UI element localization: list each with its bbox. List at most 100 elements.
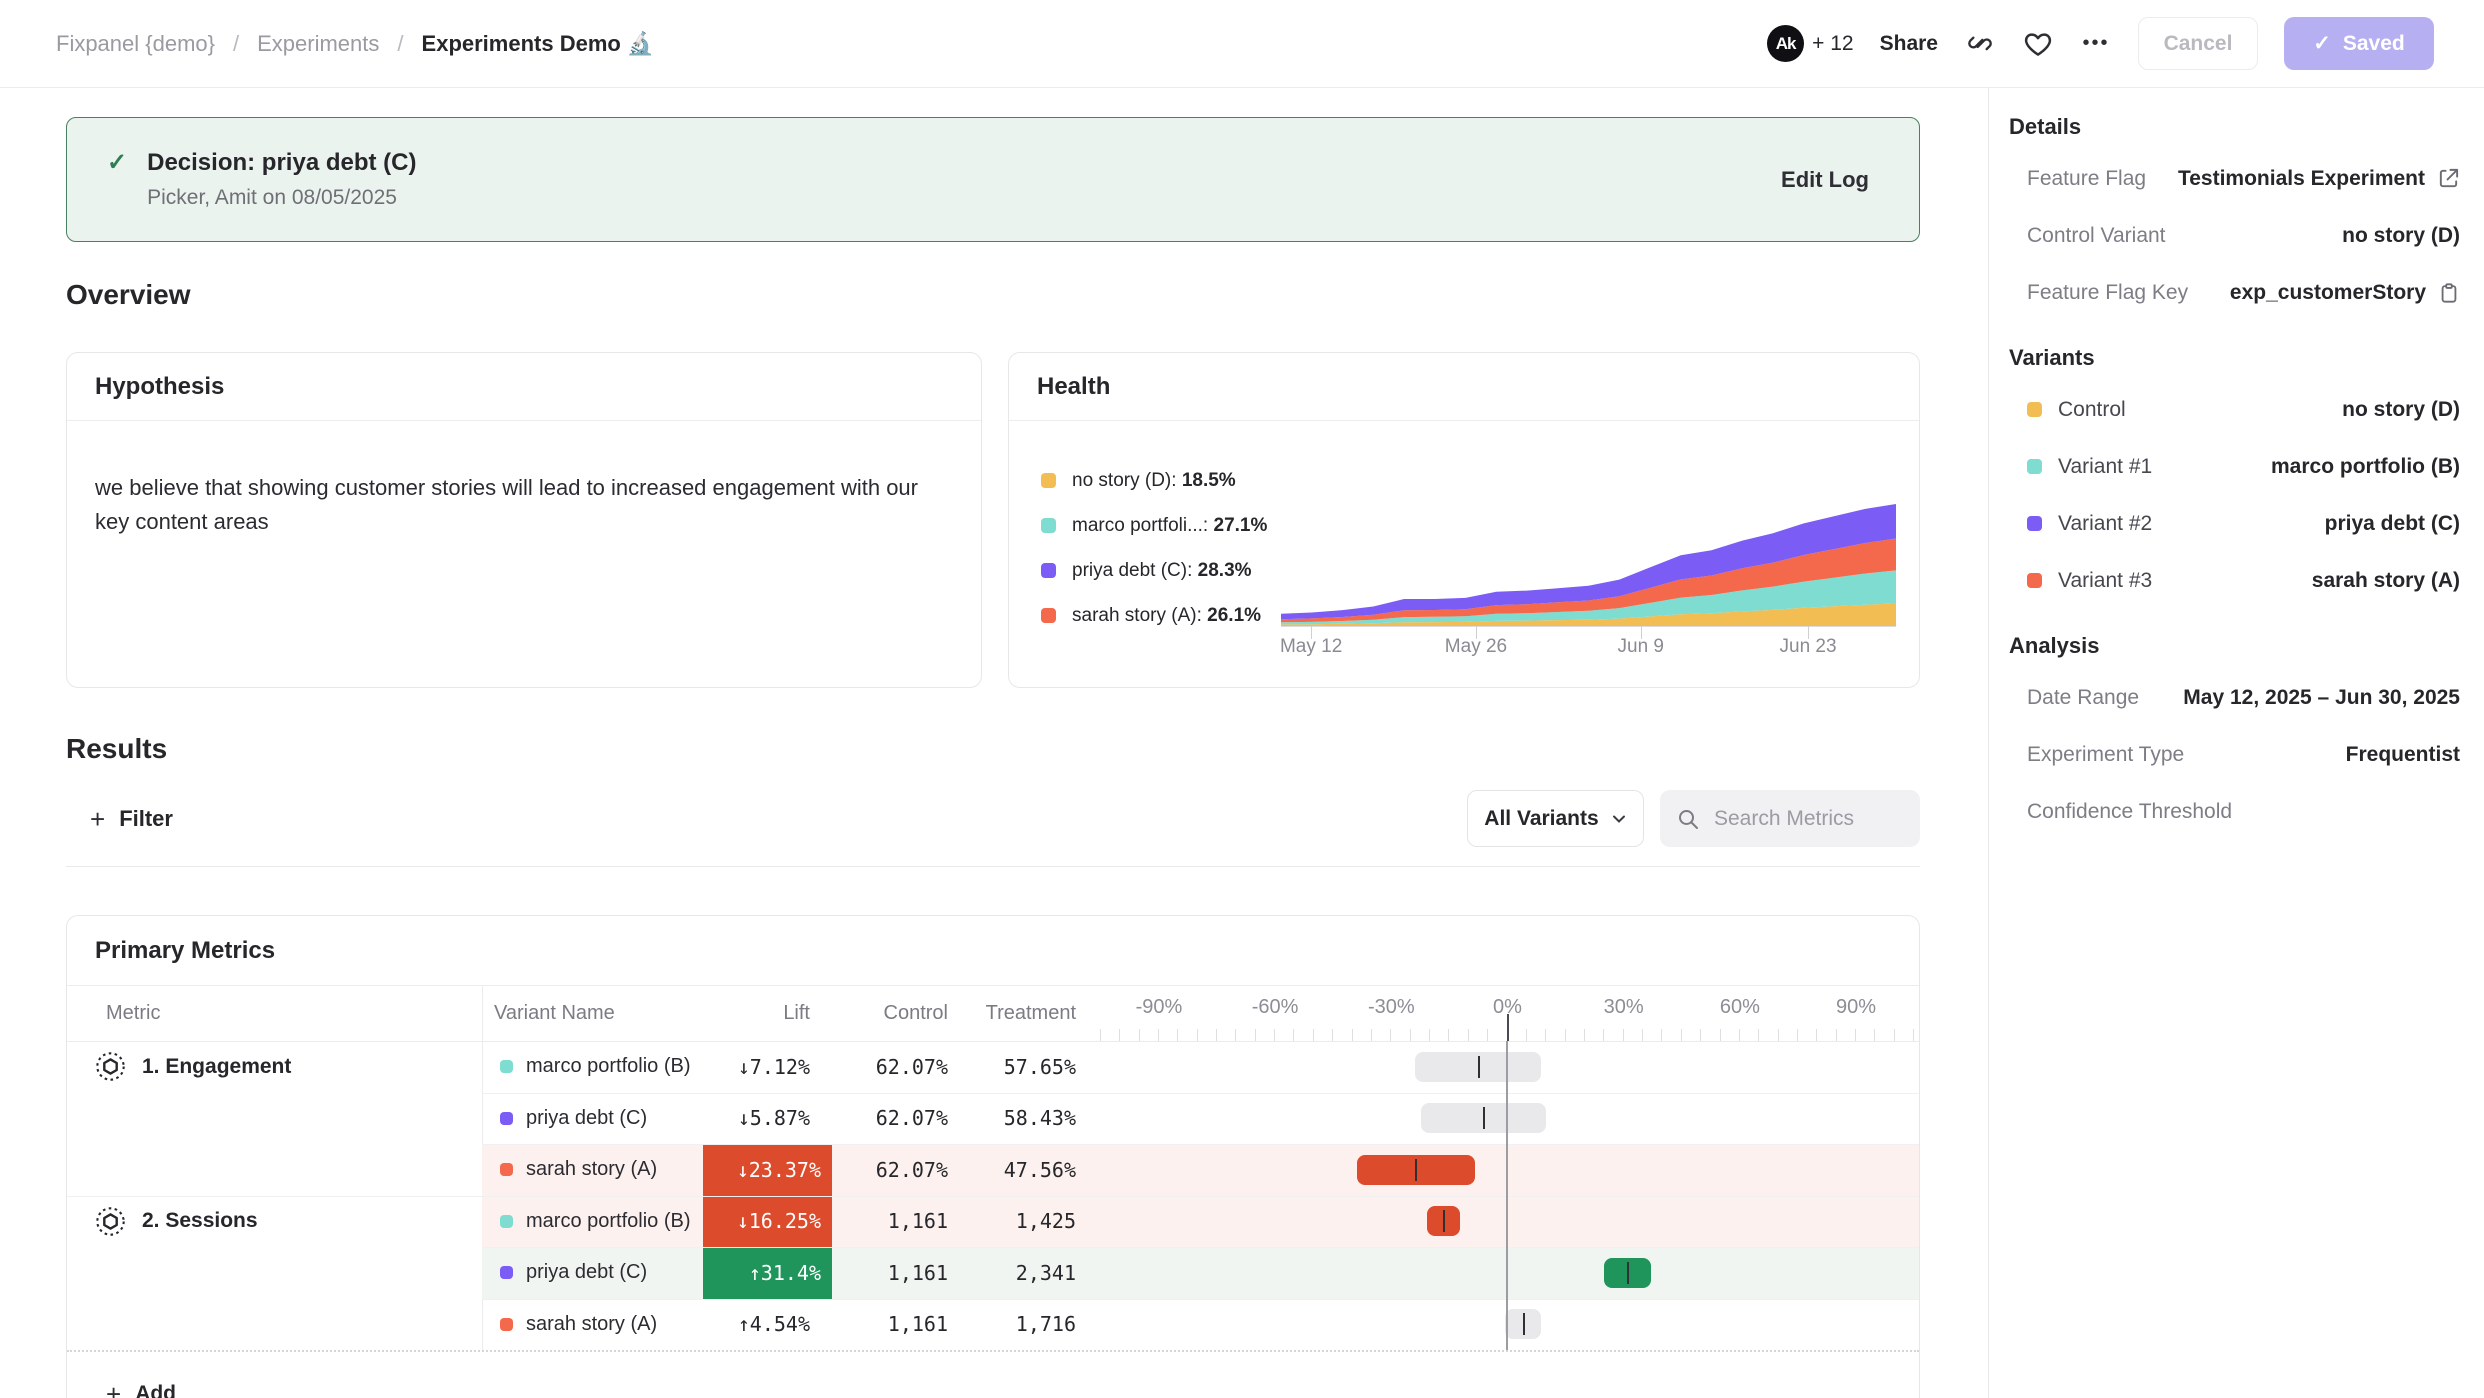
add-metric-label: Add — [135, 1382, 176, 1398]
breadcrumb-item[interactable]: Experiments — [257, 31, 379, 57]
table-row[interactable]: marco portfolio (B)↓16.25%1,1611,425 — [67, 1196, 1919, 1248]
sidebar-row: Feature Flag Keyexp_customerStory — [2009, 264, 2460, 321]
sidebar-row-value: Frequentist — [2346, 743, 2460, 767]
hypothesis-body: we believe that showing customer stories… — [67, 421, 973, 539]
table-row[interactable]: sarah story (A) ↓23.37%62.07%47.56% — [67, 1144, 1919, 1196]
legend-value: 18.5% — [1182, 470, 1236, 491]
breadcrumb-item[interactable]: Fixpanel {demo} — [56, 31, 215, 57]
plus-icon: + — [106, 1381, 121, 1398]
variants-dropdown[interactable]: All Variants — [1467, 790, 1644, 847]
sidebar-row-value: Testimonials Experiment — [2178, 167, 2425, 191]
table-row[interactable]: priya debt (C)↓5.87%62.07%58.43% — [67, 1093, 1919, 1145]
variant-color-swatch — [2027, 459, 2042, 474]
results-divider — [66, 866, 1920, 867]
sidebar-heading-details: Details — [2009, 104, 2460, 150]
decision-check-icon: ✓ — [107, 148, 127, 177]
ruler-tick — [1274, 1029, 1275, 1041]
sidebar-section-gap — [2009, 321, 2460, 335]
legend-value: 27.1% — [1214, 515, 1268, 536]
collaborators-count[interactable]: + 12 — [1812, 32, 1853, 56]
ruler-tick — [1720, 1029, 1721, 1041]
top-bar: Fixpanel {demo}/Experiments/Experiments … — [0, 0, 2484, 88]
axis-tick-label: 0% — [1493, 986, 1522, 1028]
health-axis-label: Jun 9 — [1618, 636, 1664, 658]
add-metric-button[interactable]: + Add — [67, 1350, 1919, 1398]
search-metrics-input[interactable] — [1712, 806, 1906, 832]
row-separator — [482, 1247, 1919, 1248]
sidebar-row-label: Experiment Type — [2027, 743, 2184, 767]
decision-texts: Decision: priya debt (C) Picker, Amit on… — [147, 149, 416, 210]
details-sidebar: Details Feature Flag Testimonials Experime… — [1988, 88, 2484, 1398]
row-highlight — [482, 1196, 1919, 1248]
cancel-button[interactable]: Cancel — [2138, 17, 2258, 70]
sidebar-row-label: Variant #3 — [2058, 569, 2152, 593]
table-header-row: Metric Variant Name Lift Control Treatme… — [67, 986, 1919, 1042]
sidebar-row-value: marco portfolio (B) — [2271, 455, 2460, 479]
legend-label: no story (D): 18.5% — [1072, 470, 1236, 492]
ruler-tick — [1235, 1029, 1236, 1041]
copy-link-icon[interactable] — [1964, 28, 1996, 60]
edit-log-button[interactable]: Edit Log — [1781, 167, 1869, 193]
ruler-tick — [1197, 1029, 1198, 1041]
treatment-cell: 2,341 — [952, 1247, 1076, 1299]
share-button[interactable]: Share — [1880, 32, 1938, 56]
point-estimate-tick — [1443, 1210, 1445, 1232]
table-row[interactable]: sarah story (A)↑4.54%1,1611,716 — [67, 1299, 1919, 1351]
clipboard-icon[interactable] — [2438, 282, 2460, 304]
sidebar-section-details: Details Feature Flag Testimonials Experime… — [2009, 104, 2460, 321]
primary-metrics-header: Primary Metrics — [67, 916, 1919, 986]
table-row[interactable]: marco portfolio (B)↓7.12%62.07%57.65% — [67, 1041, 1919, 1093]
sidebar-row-label: Feature Flag — [2027, 167, 2146, 191]
more-options-icon[interactable]: ••• — [2080, 28, 2112, 60]
legend-swatch — [1041, 473, 1056, 488]
control-cell: 62.07% — [827, 1144, 948, 1196]
metric-group-label[interactable]: 1. Engagement — [95, 1051, 291, 1082]
lift-badge: ↓23.37% — [703, 1144, 832, 1196]
variant-name: sarah story (A) — [526, 1158, 657, 1181]
ruler-tick — [1778, 1029, 1779, 1041]
sidebar-row-value: priya debt (C) — [2325, 512, 2460, 536]
ruler-tick — [1855, 1029, 1856, 1041]
column-metric: Metric — [106, 986, 160, 1041]
control-cell: 62.07% — [827, 1093, 948, 1145]
metric-group-label[interactable]: 2. Sessions — [95, 1206, 258, 1237]
add-filter-button[interactable]: + Filter — [90, 790, 173, 847]
table-row[interactable]: priya debt (C)↑31.4%1,1612,341 — [67, 1247, 1919, 1299]
sidebar-row-label: Control Variant — [2027, 224, 2166, 248]
sidebar-row: Variant #3sarah story (A) — [2009, 552, 2460, 609]
health-card: Health no story (D): 18.5%marco portfoli… — [1008, 352, 1920, 688]
variant-name-cell: marco portfolio (B) — [500, 1196, 691, 1248]
health-legend-item: sarah story (A): 26.1% — [1041, 593, 1267, 638]
health-chart — [1281, 496, 1896, 626]
external-link-icon[interactable] — [2437, 167, 2460, 190]
decision-title: Decision: priya debt (C) — [147, 149, 416, 177]
confidence-interval-bar — [1505, 1309, 1542, 1339]
column-lift: Lift — [612, 986, 821, 1041]
variant-color-swatch — [2027, 573, 2042, 588]
sidebar-row: Experiment Type Frequentist — [2009, 726, 2460, 783]
variant-color-swatch — [2027, 516, 2042, 531]
ruler-tick — [1623, 1029, 1624, 1041]
breadcrumb-separator: / — [233, 31, 239, 57]
primary-metrics-card: Primary Metrics Metric Variant Name Lift… — [66, 915, 1920, 1398]
row-separator — [482, 1299, 1919, 1300]
results-heading: Results — [66, 733, 167, 765]
health-legend-item: no story (D): 18.5% — [1041, 458, 1267, 503]
metric-icon — [95, 1206, 126, 1237]
health-axis-label: Jun 23 — [1780, 636, 1837, 658]
heart-icon[interactable] — [2022, 28, 2054, 60]
avatar[interactable]: Ak — [1767, 25, 1804, 62]
variant-color-swatch — [500, 1266, 513, 1279]
saved-button[interactable]: ✓ Saved — [2284, 17, 2434, 70]
treatment-cell: 47.56% — [952, 1144, 1076, 1196]
point-estimate-tick — [1627, 1262, 1629, 1284]
point-estimate-tick — [1415, 1159, 1417, 1181]
treatment-cell: 57.65% — [952, 1041, 1076, 1093]
ruler-tick — [1797, 1029, 1798, 1041]
sidebar-row-value: no story (D) — [2342, 398, 2460, 422]
point-estimate-tick — [1523, 1313, 1525, 1335]
legend-value: 28.3% — [1198, 560, 1252, 581]
variant-name: marco portfolio (B) — [526, 1210, 691, 1233]
ruler-tick — [1700, 1029, 1701, 1041]
ruler-tick — [1429, 1029, 1430, 1041]
